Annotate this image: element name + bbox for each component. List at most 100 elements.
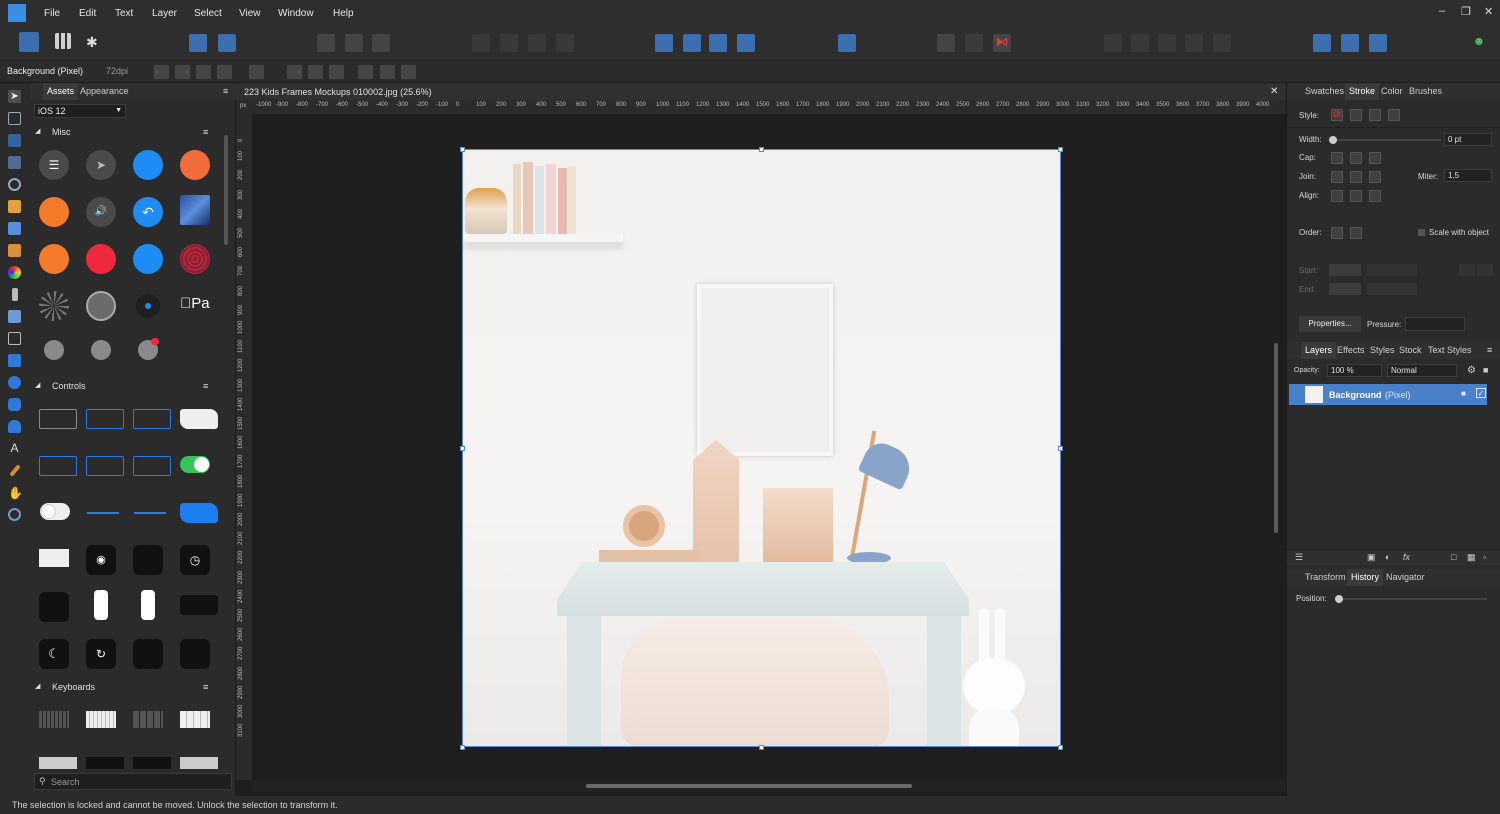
selection-handle[interactable] [1058, 147, 1063, 152]
point-transform-icon[interactable] [8, 178, 21, 191]
brush-tool-icon[interactable] [8, 244, 21, 257]
align-icon[interactable] [317, 34, 335, 52]
section-misc[interactable]: ◢ Misc ≡ [30, 127, 230, 141]
rotate-left-icon[interactable] [709, 34, 727, 52]
miter-field[interactable]: 1,5 [1444, 169, 1492, 182]
connectivity-asset-icon[interactable] [180, 639, 210, 669]
pen-tool-icon[interactable] [8, 200, 21, 213]
shapes-tool-icon[interactable] [8, 420, 21, 433]
moon-asset-icon[interactable]: ☾ [39, 639, 69, 669]
vertical-scrollbar[interactable] [1274, 343, 1278, 533]
panel-menu-icon[interactable]: ≡ [1487, 345, 1492, 355]
slider-asset-2[interactable] [134, 512, 166, 514]
contact-asset-icon-2[interactable] [91, 340, 111, 360]
music-asset-icon[interactable] [133, 639, 163, 669]
swap-arrows-icon[interactable] [1459, 264, 1475, 276]
keyboard-bar-asset-1[interactable] [39, 757, 77, 769]
opacity-field[interactable]: 100 % [1327, 364, 1382, 377]
tab-text-styles[interactable]: Text Styles [1424, 342, 1476, 359]
menu-help[interactable]: Help [333, 8, 354, 19]
dashed-stroke-icon[interactable] [1369, 109, 1381, 121]
crop-tool-icon[interactable] [8, 332, 21, 345]
align-inside-icon[interactable] [1350, 190, 1362, 202]
field-asset-1[interactable] [39, 456, 77, 476]
label-field-asset[interactable] [133, 409, 171, 429]
tab-stock[interactable]: Stock [1395, 342, 1426, 359]
designer-persona-icon[interactable] [19, 32, 39, 52]
width-field[interactable]: 0 pt [1444, 133, 1492, 146]
ctx-align-4[interactable] [358, 65, 373, 79]
visibility-checkbox[interactable]: ✓ [1476, 388, 1486, 398]
archive-asset-icon[interactable] [133, 244, 163, 274]
tab-effects[interactable]: Effects [1333, 342, 1368, 359]
close-document-icon[interactable]: ✕ [1270, 86, 1278, 97]
flashlight-asset-icon[interactable] [39, 592, 69, 622]
numpad-light-asset[interactable] [180, 711, 210, 728]
insert-top-icon[interactable] [1369, 34, 1387, 52]
avatar-asset-icon[interactable] [86, 291, 116, 321]
fingerprint-asset-icon[interactable] [180, 244, 210, 274]
rotate-right-icon[interactable] [737, 34, 755, 52]
camera-asset-icon[interactable]: ◉ [86, 545, 116, 575]
selection-handle[interactable] [460, 745, 465, 750]
button-asset[interactable] [180, 409, 218, 429]
menu-file[interactable]: File [44, 8, 60, 19]
layer-lock-icon[interactable]: ■ [1461, 389, 1466, 398]
flip-vertical-icon[interactable] [683, 34, 701, 52]
sound-asset-icon[interactable]: 🔊 [86, 197, 116, 227]
snapping-icon[interactable] [218, 34, 236, 52]
menu-window[interactable]: Window [278, 8, 314, 19]
blend-mode-select[interactable]: Normal [1387, 364, 1457, 377]
location-asset-icon[interactable]: ➤ [86, 150, 116, 180]
panel-menu-icon[interactable]: ≡ [223, 86, 228, 96]
pressure-curve[interactable] [1405, 317, 1465, 331]
arrange-front-icon[interactable] [556, 34, 574, 52]
pencil-tool-icon[interactable] [8, 222, 21, 235]
rotation-lock-asset-icon[interactable]: ↻ [86, 639, 116, 669]
text-field-blue-asset[interactable] [86, 409, 124, 429]
keyboard-bar-asset-4[interactable] [180, 757, 218, 769]
end-size-select[interactable] [1367, 283, 1417, 295]
delete-layer-icon[interactable]: ▫ [1483, 552, 1486, 562]
menu-view[interactable]: View [239, 8, 261, 19]
transform-icon[interactable] [345, 34, 363, 52]
menu-edit[interactable]: Edit [79, 8, 96, 19]
coffee-asset-icon[interactable] [180, 150, 210, 180]
insert-behind-icon[interactable] [1341, 34, 1359, 52]
section-menu-icon[interactable]: ≡ [203, 682, 208, 692]
tab-layers[interactable]: Layers [1301, 342, 1337, 359]
keyboard-dark-asset[interactable] [39, 711, 69, 728]
boolean-xor-icon[interactable] [1185, 34, 1203, 52]
wallpaper-asset-icon[interactable] [180, 195, 210, 225]
end-arrow-select[interactable] [1329, 283, 1361, 295]
user-account-icon[interactable]: ☻ [1470, 34, 1488, 52]
boolean-intersect-icon[interactable] [1158, 34, 1176, 52]
square-cap-icon[interactable] [1369, 152, 1381, 164]
list-asset-icon[interactable]: ☰ [39, 150, 69, 180]
no-stroke-icon[interactable]: ⊘ [1331, 109, 1343, 121]
section-menu-icon[interactable]: ≡ [203, 381, 208, 391]
ctx-align-3[interactable] [329, 65, 344, 79]
tab-transform[interactable]: Transform [1301, 569, 1350, 586]
grid-icon[interactable] [937, 34, 955, 52]
artboard-tool-icon[interactable] [8, 112, 21, 125]
apple-pay-asset-icon[interactable]: Pa [180, 295, 210, 312]
slider-knob[interactable] [1329, 136, 1337, 144]
contact-asset-icon-1[interactable] [44, 340, 64, 360]
flag-asset-icon[interactable] [39, 244, 69, 274]
transparency-tool-icon[interactable] [12, 288, 18, 301]
export-persona-icon[interactable]: ✱ [86, 34, 104, 52]
flip-horizontal-icon[interactable] [655, 34, 673, 52]
keyboard-bar-asset-2[interactable] [86, 757, 124, 769]
slider-asset-1[interactable] [87, 512, 119, 514]
restore-icon[interactable]: ❐ [1461, 5, 1471, 18]
tab-history[interactable]: History [1347, 569, 1384, 586]
minimize-icon[interactable]: – [1439, 5, 1445, 17]
boolean-divide-icon[interactable] [1213, 34, 1231, 52]
tab-styles[interactable]: Styles [1366, 342, 1399, 359]
alert-asset[interactable] [39, 549, 69, 567]
scroll-thumb[interactable] [586, 784, 912, 788]
ctx-button-2[interactable] [175, 65, 190, 79]
color-picker-icon[interactable] [9, 464, 21, 477]
numpad-dark-asset[interactable] [133, 711, 163, 728]
